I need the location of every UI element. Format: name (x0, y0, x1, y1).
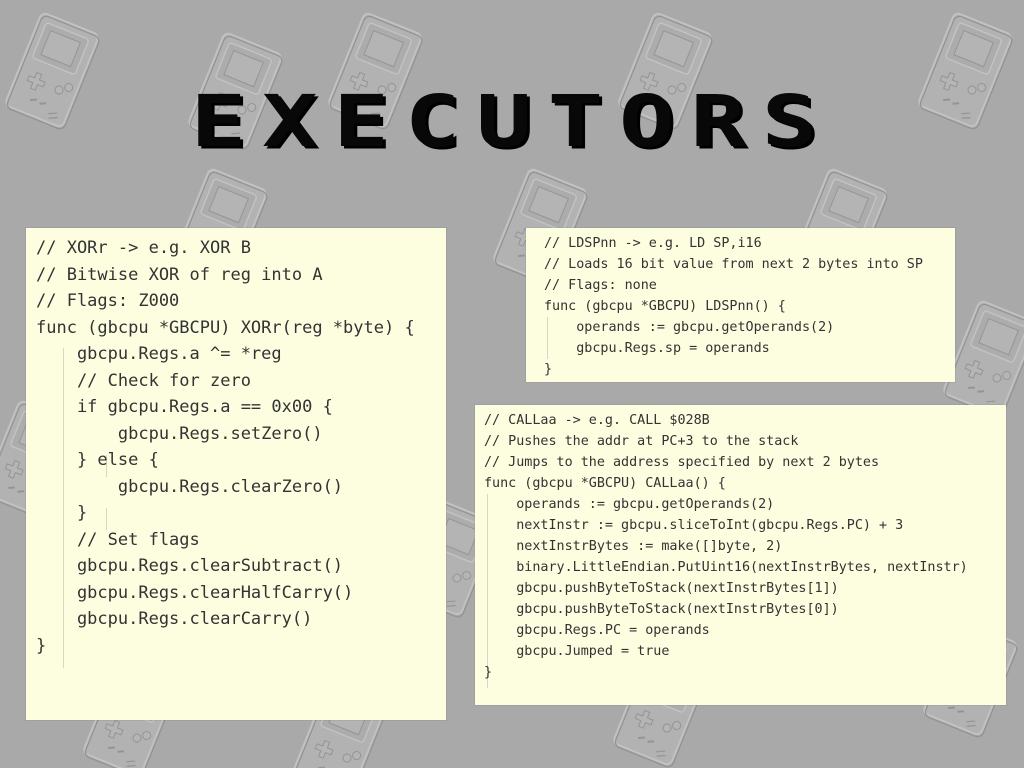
code-line: } (36, 503, 88, 523)
code-line: nextInstrBytes := make([]byte, 2) (484, 539, 783, 554)
code-line: gbcpu.Regs.PC = operands (484, 623, 710, 638)
code-line: } (36, 635, 47, 656)
code-panel-callaa: // CALLaa -> e.g. CALL $028B // Pushes t… (475, 405, 1006, 705)
code-line: // Check for zero (36, 370, 251, 391)
code-line: } (484, 665, 493, 680)
code-line: } else { (36, 450, 159, 470)
code-line: gbcpu.Regs.sp = operands (544, 341, 770, 356)
code-line: gbcpu.Regs.a ^= *reg (36, 344, 282, 364)
code-line: // Set flags (36, 529, 200, 550)
code-line: nextInstr := gbcpu.sliceToInt(gbcpu.Regs… (484, 518, 904, 533)
code-panel-xor: // XORr -> e.g. XOR B // Bitwise XOR of … (26, 228, 446, 720)
code-line: func (gbcpu *GBCPU) XORr(reg *byte) { (36, 317, 415, 338)
code-line: // Jumps to the address specified by nex… (484, 455, 880, 470)
code-line: gbcpu.Regs.setZero() (36, 423, 323, 444)
code-line: gbcpu.pushByteToStack(nextInstrBytes[1]) (484, 581, 839, 596)
code-line: gbcpu.Regs.clearCarry() (36, 609, 313, 629)
code-line: gbcpu.Regs.clearHalfCarry() (36, 582, 354, 603)
slide-title: EXECUTORS (190, 79, 834, 164)
code-line: // LDSPnn -> e.g. LD SP,i16 (544, 236, 762, 251)
code-line: func (gbcpu *GBCPU) LDSPnn() { (544, 299, 786, 314)
code-line: // Flags: none (544, 278, 657, 293)
code-line: gbcpu.Regs.clearZero() (36, 476, 344, 497)
code-line: binary.LittleEndian.PutUint16(nextInstrB… (484, 560, 968, 575)
code-line: // Loads 16 bit value from next 2 bytes … (544, 257, 923, 272)
code-line: } (544, 362, 553, 377)
code-line: // Bitwise XOR of reg into A (36, 264, 323, 285)
code-line: gbcpu.Jumped = true (484, 644, 670, 659)
code-line: // Flags: Z000 (36, 291, 180, 311)
code-line: // Pushes the addr at PC+3 to the stack (484, 434, 799, 449)
code-line: gbcpu.Regs.clearSubtract() (36, 556, 344, 576)
code-line: func (gbcpu *GBCPU) CALLaa() { (484, 476, 726, 491)
code-line: // CALLaa -> e.g. CALL $028B (484, 413, 710, 428)
code-line: operands := gbcpu.getOperands(2) (484, 497, 775, 512)
code-line: operands := gbcpu.getOperands(2) (544, 320, 835, 335)
code-line: if gbcpu.Regs.a == 0x00 { (36, 397, 333, 417)
code-line: // XORr -> e.g. XOR B (36, 238, 251, 258)
code-panel-ldspnn: // LDSPnn -> e.g. LD SP,i16 // Loads 16 … (526, 228, 955, 382)
code-line: gbcpu.pushByteToStack(nextInstrBytes[0]) (484, 602, 839, 617)
